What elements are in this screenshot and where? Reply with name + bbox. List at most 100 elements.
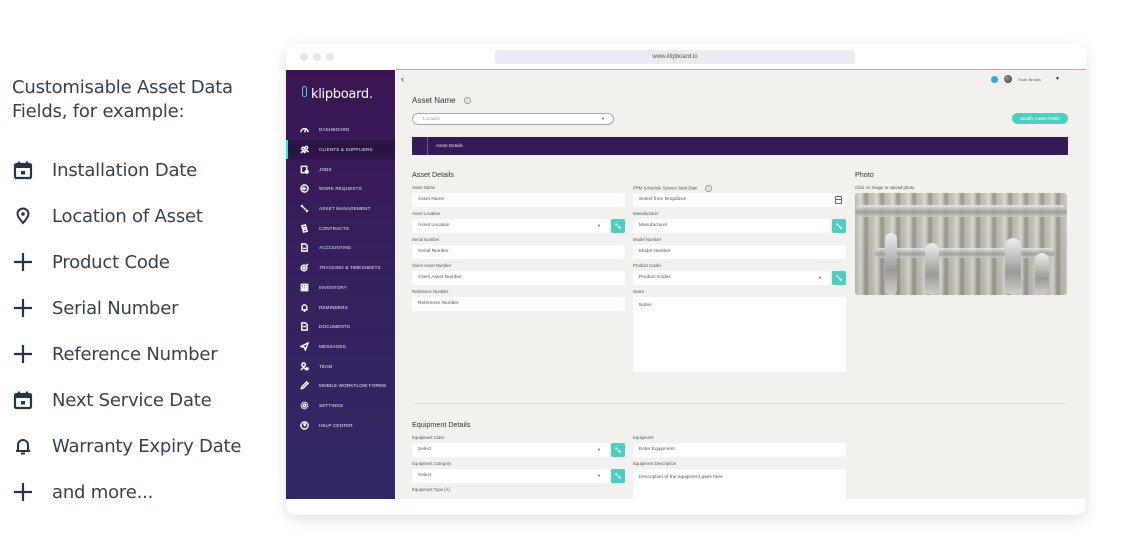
chevron-down-icon[interactable]: ▼ (1055, 76, 1060, 82)
document-icon (299, 243, 309, 253)
sidebar-item-reminders[interactable]: Reminders (286, 297, 395, 317)
document-icon (299, 322, 309, 332)
tracking-icon (299, 263, 309, 273)
promo-item: Serial Number (12, 285, 272, 331)
promo-panel: Customisable Asset Data Fields, for exam… (12, 76, 272, 515)
sidebar-item-mobile-workflow-forms[interactable]: Mobile Workflow Forms (286, 376, 395, 396)
notes-textarea[interactable]: Notes (633, 297, 846, 372)
browser-window: www.klipboard.io klipboard. Dashboard Cl… (286, 44, 1086, 515)
section-tab-bar: Asset Details (412, 137, 1068, 155)
manufacturer-input[interactable]: Manufacturer (633, 219, 830, 233)
equipment-right-column: Equipment Enter Equipment Equipment Desc… (633, 435, 846, 499)
sidebar-item-asset-management[interactable]: Asset Management (286, 199, 395, 219)
avatar[interactable] (1004, 75, 1013, 83)
wrench-icon (835, 222, 843, 230)
model-number-input[interactable]: Model Number (633, 245, 846, 259)
wrench-icon (614, 446, 622, 454)
sidebar-item-contracts[interactable]: Contracts (286, 218, 395, 238)
photo-section: Photo Click on Image to upload photo (855, 170, 1067, 295)
sidebar-item-settings[interactable]: Settings (286, 396, 395, 416)
product-codes-select[interactable]: Product Codes ▼ (633, 271, 830, 285)
sidebar-item-work-requests[interactable]: Work Requests (286, 179, 395, 199)
calendar-icon[interactable] (835, 196, 842, 204)
address-bar[interactable]: www.klipboard.io (495, 50, 855, 64)
tab-asset-details[interactable]: Asset Details (428, 137, 463, 155)
field-label-text: PPM Schedule Service Start Date (633, 185, 698, 191)
window-minimize-dot[interactable] (313, 53, 321, 61)
paperclip-icon (302, 85, 307, 97)
equipment-description-textarea[interactable]: Description of the equipment goes here (633, 469, 846, 499)
reference-number-input[interactable]: Reference Number (412, 297, 625, 311)
promo-item: Warranty Expiry Date (12, 423, 272, 469)
sidebar-item-clients-suppliers[interactable]: Clients & Suppliers (286, 139, 395, 160)
back-chevron-icon[interactable]: ‹ (401, 74, 404, 84)
wrench-icon (614, 472, 622, 480)
user-name[interactable]: Evan Brooks (1018, 77, 1041, 82)
ppm-start-date-input[interactable]: Select from Dropdown (633, 193, 846, 207)
field-label: Equipment (633, 435, 654, 440)
asset-photo[interactable] (855, 193, 1067, 295)
window-close-dot[interactable] (300, 53, 308, 61)
modify-asset-fields-button[interactable]: Modify Asset Fields (1012, 113, 1068, 124)
jobs-icon (299, 164, 309, 174)
location-select[interactable]: Location ▼ (412, 113, 614, 125)
promo-item-label: Serial Number (52, 297, 179, 319)
sidebar-item-dashboard[interactable]: Dashboard (286, 120, 395, 140)
window-maximize-dot[interactable] (326, 53, 334, 61)
app: klipboard. Dashboard Clients & Suppliers… (286, 70, 1086, 499)
chevron-down-icon: ▼ (597, 473, 601, 478)
inventory-icon (299, 282, 309, 292)
sidebar-item-label: Inventory (319, 284, 347, 290)
plus-icon (12, 251, 34, 273)
sidebar-item-label: Tracking & Timesheets (319, 265, 381, 271)
window-controls (300, 53, 334, 61)
notes-field: Notes Notes (633, 289, 846, 372)
asset-location-select[interactable]: Asset Location ▼ (412, 219, 609, 233)
sidebar-item-inventory[interactable]: Inventory (286, 278, 395, 298)
product-codes-settings-button[interactable] (832, 271, 846, 285)
reference-number-field: Reference Number Reference Number (412, 289, 625, 311)
promo-item-label: Next Service Date (52, 389, 212, 411)
browser-titlebar: www.klipboard.io (286, 44, 1086, 72)
help-icon (299, 420, 309, 430)
section-tab-blank[interactable] (412, 137, 428, 155)
sidebar-item-tracking-timesheets[interactable]: Tracking & Timesheets (286, 258, 395, 278)
field-label: Reference Number (412, 289, 449, 294)
calendar-icon (12, 389, 34, 411)
notification-icon[interactable] (991, 75, 999, 83)
chevron-down-icon: ▼ (818, 275, 822, 280)
gear-icon (299, 400, 309, 410)
sidebar-item-team[interactable]: Team (286, 356, 395, 376)
equipment-class-settings-button[interactable] (611, 443, 625, 457)
equipment-category-select[interactable]: Select ▼ (412, 469, 609, 483)
client-asset-number-field: Client Asset Number Client Asset Number (412, 263, 625, 285)
promo-item: Product Code (12, 239, 272, 285)
info-icon[interactable]: i (704, 185, 712, 192)
manufacturer-settings-button[interactable] (832, 219, 846, 233)
sidebar-item-help-center[interactable]: Help Center (286, 415, 395, 435)
equipment-description-field: Equipment Description Description of the… (633, 461, 846, 499)
work-requests-icon (299, 184, 309, 194)
asset-location-settings-button[interactable] (611, 219, 625, 233)
logo[interactable]: klipboard. (286, 70, 395, 110)
sidebar-item-messages[interactable]: Messages (286, 337, 395, 357)
sidebar-item-accounting[interactable]: Accounting (286, 238, 395, 258)
location-select-placeholder: Location (423, 116, 441, 121)
promo-item-label: and more... (52, 481, 154, 503)
equipment-category-settings-button[interactable] (611, 469, 625, 483)
equipment-class-select[interactable]: Select ▼ (412, 443, 609, 457)
serial-number-field: Serial Number Serial Number (412, 237, 625, 259)
serial-number-input[interactable]: Serial Number (412, 245, 625, 259)
sidebar-item-label: Messages (319, 343, 346, 349)
team-icon (299, 361, 309, 371)
equipment-input[interactable]: Enter Equipment (633, 443, 846, 457)
sidebar-item-documents[interactable]: Documents (286, 317, 395, 337)
sidebar-item-label: Clients & Suppliers (319, 147, 373, 153)
sidebar-item-jobs[interactable]: Jobs (286, 159, 395, 179)
sidebar-item-label: Settings (319, 402, 344, 408)
asset-name-input[interactable]: Asset Name (412, 193, 625, 207)
info-icon[interactable]: i (463, 97, 471, 104)
plus-icon (12, 343, 34, 365)
user-menu: Evan Brooks ▼ (991, 75, 1060, 83)
client-asset-number-input[interactable]: Client Asset Number (412, 271, 625, 285)
